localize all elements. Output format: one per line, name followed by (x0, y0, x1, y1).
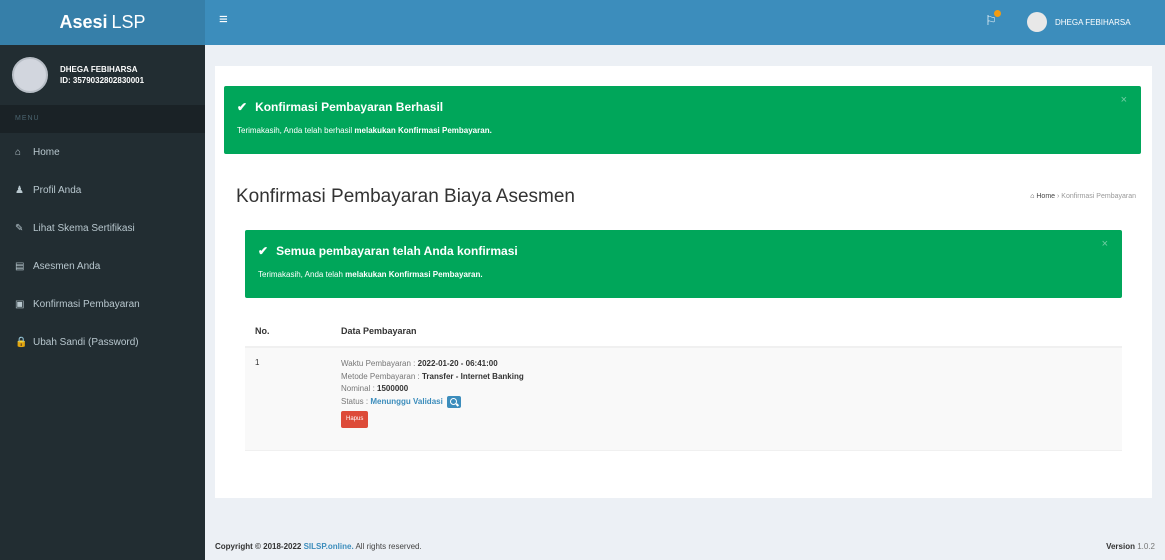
alert-title-text: Semua pembayaran telah Anda konfirmasi (276, 244, 518, 258)
sidebar-item-label: Home (33, 146, 60, 158)
table-row: 1 Waktu Pembayaran : 2022-01-20 - 06:41:… (245, 348, 1122, 451)
avatar (12, 57, 48, 93)
footer-rights: All rights reserved. (353, 542, 422, 551)
user-info: DHEGA FEBIHARSA ID: 3579032802830001 (60, 64, 144, 86)
payment-status: Status : Menunggu Validasi (341, 395, 524, 409)
sidebar-item-label: Asesmen Anda (33, 260, 101, 272)
alert-text: Terimakasih, Anda telah berhasil melakuk… (237, 126, 1128, 135)
sidebar-item-home[interactable]: ⌂ Home (0, 133, 205, 171)
alert-text-plain: Terimakasih, Anda telah (258, 270, 346, 279)
lock-icon: 🔒 (15, 336, 28, 348)
payment-time-label: Waktu Pembayaran : (341, 359, 418, 368)
copyright: Copyright © 2018-2022 SILSP.online. All … (215, 542, 422, 551)
alert-text-plain: Terimakasih, Anda telah berhasil (237, 126, 355, 135)
page-header: Konfirmasi Pembayaran Biaya Asesmen ⌂ Ho… (236, 186, 1136, 208)
sidebar-item-konfirmasi[interactable]: ▣ Konfirmasi Pembayaran (0, 285, 205, 323)
user-id: ID: 3579032802830001 (60, 76, 145, 85)
payment-time-value: 2022-01-20 - 06:41:00 (417, 359, 498, 368)
payment-confirmed-alert: ✔ Semua pembayaran telah Anda konfirmasi… (245, 230, 1122, 298)
alert-title: ✔ Konfirmasi Pembayaran Berhasil (237, 100, 1128, 114)
content-panel: ✔ Konfirmasi Pembayaran Berhasil Terimak… (215, 66, 1152, 498)
page-title: Konfirmasi Pembayaran Biaya Asesmen (236, 186, 575, 207)
breadcrumb-current: Konfirmasi Pembayaran (1061, 193, 1136, 200)
payment-amount: Nominal : 1500000 (341, 383, 524, 396)
app-logo[interactable]: Asesi LSP (0, 0, 205, 45)
payment-table: No. Data Pembayaran 1 Waktu Pembayaran :… (245, 316, 1122, 451)
sidebar-item-asesmen[interactable]: ▤ Asesmen Anda (0, 247, 205, 285)
notification-badge (994, 10, 1001, 17)
logo-bold: Asesi (59, 12, 108, 32)
payment-amount-value: 1500000 (377, 384, 409, 393)
copyright-text: Copyright © 2018-2022 (215, 542, 304, 551)
success-alert: ✔ Konfirmasi Pembayaran Berhasil Terimak… (224, 86, 1141, 154)
sidebar-item-profil[interactable]: ♟ Profil Anda (0, 171, 205, 209)
close-icon[interactable]: × (1121, 94, 1127, 106)
close-icon[interactable]: × (1102, 238, 1108, 250)
list-icon: ▤ (15, 260, 25, 272)
edit-icon: ✎ (15, 222, 24, 234)
row-no: 1 (255, 358, 260, 367)
top-avatar (1027, 12, 1047, 32)
menu-toggle-icon[interactable]: ≡ (219, 11, 228, 28)
table-header: No. Data Pembayaran (245, 316, 1122, 348)
breadcrumb: ⌂ Home › Konfirmasi Pembayaran (1030, 193, 1136, 200)
payment-status-label: Status : (341, 396, 371, 406)
breadcrumb-home[interactable]: ⌂ Home (1030, 193, 1055, 200)
sidebar-item-label: Profil Anda (33, 184, 82, 196)
sidebar-item-label: Lihat Skema Sertifikasi (33, 222, 135, 234)
column-header-no: No. (255, 326, 270, 336)
version-info: Version 1.0.2 (1106, 542, 1155, 551)
sidebar-item-label: Konfirmasi Pembayaran (33, 298, 140, 310)
sidebar-item-label: Ubah Sandi (Password) (33, 336, 139, 348)
logo-rest: LSP (111, 12, 146, 32)
payment-time: Waktu Pembayaran : 2022-01-20 - 06:41:00 (341, 358, 524, 371)
check-icon: ✔ (258, 244, 269, 258)
version-value: 1.0.2 (1137, 542, 1155, 551)
breadcrumb-home-label: Home (1036, 193, 1056, 200)
alert-title: ✔ Semua pembayaran telah Anda konfirmasi (258, 244, 1109, 258)
user-panel: DHEGA FEBIHARSA ID: 3579032802830001 (0, 45, 205, 105)
user-menu[interactable]: DHEGA FEBIHARSA (1027, 12, 1131, 32)
payment-amount-label: Nominal : (341, 384, 378, 393)
footer-brand-link[interactable]: SILSP.online. (304, 542, 354, 551)
footer: Copyright © 2018-2022 SILSP.online. All … (205, 533, 1165, 560)
version-label: Version (1106, 542, 1138, 551)
sidebar-item-skema[interactable]: ✎ Lihat Skema Sertifikasi (0, 209, 205, 247)
top-user-name: DHEGA FEBIHARSA (1055, 17, 1131, 27)
search-icon[interactable] (447, 395, 462, 408)
top-navbar: ≡ ⚐ DHEGA FEBIHARSA (205, 0, 1165, 45)
alert-text-bold: melakukan Konfirmasi Pembayaran. (345, 270, 483, 279)
alert-text-bold: melakukan Konfirmasi Pembayaran. (354, 126, 492, 135)
delete-button[interactable]: Hapus (341, 411, 369, 428)
notification-button[interactable]: ⚐ (985, 10, 1005, 33)
alert-text: Terimakasih, Anda telah melakukan Konfir… (258, 270, 1109, 279)
menu-header: MENU (0, 105, 205, 133)
sidebar-menu: ⌂ Home ♟ Profil Anda ✎ Lihat Skema Sertifik… (0, 133, 205, 361)
payment-method-value: Transfer - Internet Banking (421, 371, 524, 381)
payment-method: Metode Pembayaran : Transfer - Internet … (341, 371, 524, 384)
user-name: DHEGA FEBIHARSA (60, 65, 138, 74)
sidebar-item-password[interactable]: 🔒 Ubah Sandi (Password) (0, 323, 205, 361)
sidebar: Asesi LSP DHEGA FEBIHARSA ID: 35790328028… (0, 0, 205, 560)
payment-icon: ▣ (15, 298, 25, 310)
user-icon: ♟ (15, 184, 24, 196)
alert-title-text: Konfirmasi Pembayaran Berhasil (255, 100, 444, 114)
row-data: Waktu Pembayaran : 2022-01-20 - 06:41:00… (341, 358, 524, 440)
column-header-data: Data Pembayaran (341, 326, 417, 336)
payment-status-value[interactable]: Menunggu Validasi (370, 397, 442, 406)
payment-method-label: Metode Pembayaran : (341, 371, 422, 381)
check-icon: ✔ (237, 100, 248, 114)
home-icon: ⌂ (15, 146, 22, 158)
